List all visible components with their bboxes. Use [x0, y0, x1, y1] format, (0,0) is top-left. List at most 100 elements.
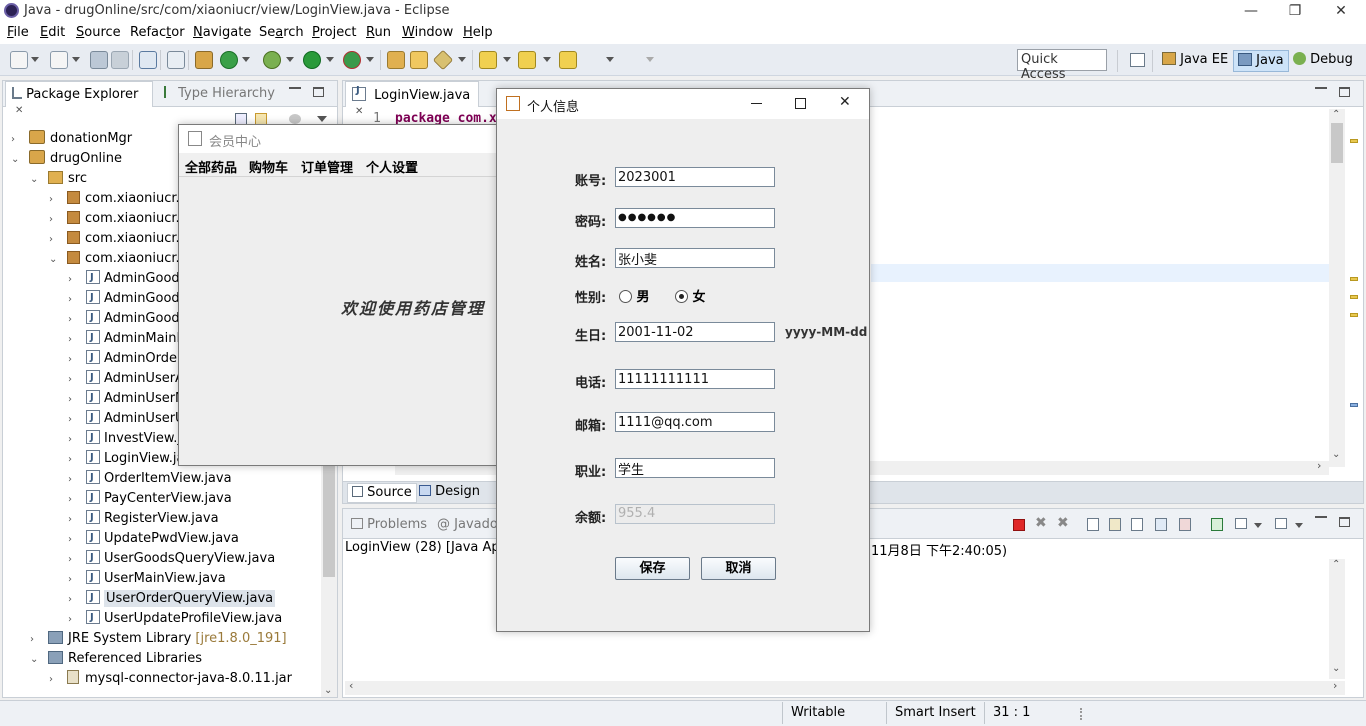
next-annotation-dropdown-icon[interactable] [503, 57, 511, 62]
collapsed-arrow-icon[interactable]: › [68, 390, 78, 410]
scroll-left-icon[interactable]: ‹ [349, 679, 353, 692]
account-input[interactable] [615, 167, 775, 187]
collapsed-arrow-icon[interactable]: › [49, 190, 59, 210]
annotation-mark[interactable] [1350, 295, 1358, 299]
collapsed-arrow-icon[interactable]: › [68, 470, 78, 490]
view-menu-icon[interactable] [317, 116, 327, 122]
menu-edit[interactable]: Edit [40, 25, 65, 40]
open-type-icon[interactable] [387, 51, 405, 69]
scroll-lock-icon[interactable] [1109, 518, 1121, 531]
maximize-view-icon[interactable] [313, 87, 324, 97]
run-icon[interactable] [303, 51, 321, 69]
tab-loginview[interactable]: LoginView.java ✕ [345, 81, 479, 117]
quick-access-input[interactable]: Quick Access [1017, 49, 1107, 82]
collapsed-arrow-icon[interactable]: › [68, 510, 78, 530]
external-tools-dropdown-icon[interactable] [366, 57, 374, 62]
scroll-right-icon[interactable]: › [1317, 459, 1321, 472]
female-radio[interactable] [675, 290, 688, 303]
prev-annotation-icon[interactable] [518, 51, 536, 69]
scrollbar-thumb[interactable] [1331, 123, 1343, 163]
collapsed-arrow-icon[interactable]: › [68, 530, 78, 550]
menu-file[interactable]: File [7, 25, 29, 40]
tree-item[interactable]: › UpdatePwdView.java [11, 528, 321, 550]
collapsed-arrow-icon[interactable]: › [68, 590, 78, 610]
pin-console-icon[interactable] [1155, 518, 1167, 531]
collapsed-arrow-icon[interactable]: › [68, 610, 78, 630]
menu-window[interactable]: Window [402, 25, 453, 40]
perspective-java-ee[interactable]: Java EE [1158, 50, 1232, 72]
next-annotation-icon[interactable] [479, 51, 497, 69]
close-button[interactable]: ✕ [1318, 0, 1364, 22]
back-dropdown-icon[interactable] [606, 57, 614, 62]
refresh-dropdown-icon[interactable] [242, 57, 250, 62]
menu-refactor[interactable]: Refactor [130, 25, 185, 40]
expanded-arrow-icon[interactable]: ⌄ [30, 650, 40, 670]
perspective-debug[interactable]: Debug [1289, 50, 1357, 72]
collapsed-arrow-icon[interactable]: › [11, 130, 21, 150]
new-wizard-dropdown-icon[interactable] [72, 57, 80, 62]
console-menu-dropdown-icon[interactable] [1254, 523, 1262, 528]
dialog-minimize-button[interactable] [751, 103, 762, 104]
maximize-view-icon[interactable] [1339, 517, 1350, 527]
menu-source[interactable]: Source [76, 25, 121, 40]
run-dropdown-icon[interactable] [326, 57, 334, 62]
prev-annotation-dropdown-icon[interactable] [543, 57, 551, 62]
tab-source[interactable]: Source [347, 483, 417, 503]
new-console-icon[interactable] [1275, 518, 1287, 529]
focus-icon[interactable] [289, 114, 301, 124]
collapsed-arrow-icon[interactable]: › [68, 310, 78, 330]
tree-item[interactable]: › mysql-connector-java-8.0.11.jar [11, 669, 321, 689]
scroll-down-icon[interactable]: ⌄ [1332, 663, 1340, 674]
scrollbar-thumb[interactable] [323, 459, 335, 577]
tab-type-hierarchy[interactable]: Type Hierarchy [158, 81, 281, 107]
name-input[interactable] [615, 248, 775, 268]
birth-input[interactable] [615, 322, 775, 342]
open-console-icon[interactable] [1211, 518, 1223, 531]
menu-help[interactable]: Help [463, 25, 493, 40]
debug-icon[interactable] [263, 51, 281, 69]
dialog-close-button[interactable]: ✕ [839, 94, 851, 110]
collapsed-arrow-icon[interactable]: › [68, 490, 78, 510]
terminate-icon[interactable] [1013, 519, 1025, 531]
scroll-up-icon[interactable]: ⌃ [1332, 559, 1340, 570]
tab-problems[interactable]: Problems [345, 512, 433, 538]
collapsed-arrow-icon[interactable]: › [49, 210, 59, 230]
email-input[interactable] [615, 412, 775, 432]
last-edit-icon[interactable] [559, 51, 577, 69]
menu-project[interactable]: Project [312, 25, 357, 40]
minimize-view-icon[interactable] [1315, 86, 1327, 89]
menu-cart[interactable]: 购物车 [249, 157, 288, 176]
collapsed-arrow-icon[interactable]: › [49, 670, 59, 690]
save-all-icon[interactable] [111, 51, 129, 69]
menu-personal-settings[interactable]: 个人设置 [366, 157, 418, 176]
expanded-arrow-icon[interactable]: ⌄ [11, 150, 21, 170]
display-console-icon[interactable] [1179, 518, 1191, 531]
menu-all-drugs[interactable]: 全部药品 [185, 157, 237, 176]
new-dropdown-icon[interactable] [31, 57, 39, 62]
job-input[interactable] [615, 458, 775, 478]
skip-breakpoints-icon[interactable] [167, 51, 185, 69]
save-button[interactable]: 保存 [615, 557, 690, 580]
tree-item[interactable]: › UserOrderQueryView.java [11, 588, 321, 610]
maximize-view-icon[interactable] [1339, 87, 1350, 97]
external-tools-icon[interactable] [343, 51, 361, 69]
phone-input[interactable] [615, 369, 775, 389]
console-menu-icon[interactable] [1235, 518, 1247, 529]
console-hscrollbar[interactable]: ‹ › [345, 679, 1345, 695]
collapsed-arrow-icon[interactable]: › [68, 330, 78, 350]
tree-item[interactable]: › UserMainView.java [11, 568, 321, 589]
collapsed-arrow-icon[interactable]: › [68, 350, 78, 370]
restore-button[interactable]: ❐ [1272, 0, 1318, 22]
tree-item[interactable]: ⌄ Referenced Libraries [11, 649, 321, 669]
close-icon[interactable]: ✕ [355, 106, 363, 117]
open-folder-icon[interactable] [410, 51, 428, 69]
server-icon[interactable] [195, 51, 213, 69]
forward-dropdown-icon[interactable] [646, 57, 654, 62]
console-icon[interactable] [139, 51, 157, 69]
console-vscrollbar[interactable]: ⌃ ⌄ [1329, 559, 1345, 679]
collapsed-arrow-icon[interactable]: › [68, 430, 78, 450]
profile-dialog-titlebar[interactable]: 个人信息 ✕ [497, 89, 869, 119]
new-console-dropdown-icon[interactable] [1295, 523, 1303, 528]
save-icon[interactable] [90, 51, 108, 69]
minimize-view-icon[interactable] [289, 86, 301, 89]
